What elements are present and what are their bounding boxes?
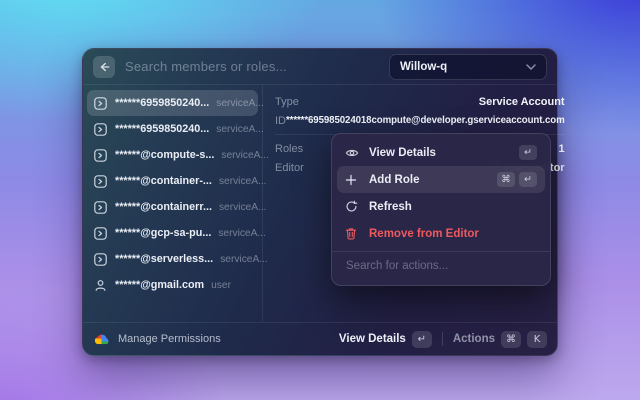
- project-dropdown-value: Willow-q: [400, 61, 447, 73]
- service-account-icon: [94, 201, 108, 214]
- key-return: ↵: [412, 331, 432, 348]
- member-name: ******@gmail.com: [115, 279, 204, 291]
- member-row[interactable]: ******@serverless... serviceA...: [87, 246, 258, 272]
- member-type: serviceA...: [219, 176, 267, 187]
- detail-label: Editor: [275, 162, 304, 174]
- service-account-icon: [94, 175, 108, 188]
- trash-icon: [345, 227, 360, 240]
- key-cmd: ⌘: [497, 172, 515, 187]
- member-row[interactable]: ******6959850240... serviceA...: [87, 116, 258, 142]
- key-return: ↵: [519, 172, 537, 187]
- menu-item-label: Remove from Editor: [369, 228, 479, 240]
- menu-item-label: Refresh: [369, 201, 412, 213]
- menu-item-label: View Details: [369, 147, 436, 159]
- member-type: serviceA...: [219, 202, 267, 213]
- member-row[interactable]: ******@gmail.com user: [87, 272, 258, 298]
- menu-item-add-role[interactable]: Add Role ⌘ ↵: [337, 166, 545, 193]
- member-name: ******6959850240...: [115, 97, 209, 109]
- detail-label: ID: [275, 115, 286, 127]
- service-account-icon: [94, 149, 108, 162]
- detail-value: Service Account: [479, 96, 565, 108]
- user-icon: [94, 279, 108, 292]
- menu-item-remove-from-editor[interactable]: Remove from Editor: [337, 220, 545, 247]
- detail-value: 1: [558, 143, 564, 155]
- app-name: Manage Permissions: [118, 333, 221, 345]
- service-account-icon: [94, 123, 108, 136]
- main-area: ******6959850240... serviceA... ******69…: [83, 85, 557, 322]
- detail-row-id: ID ******695985024018compute@developer.g…: [275, 111, 565, 130]
- menu-item-label: Add Role: [369, 174, 419, 186]
- key-return: ↵: [519, 145, 537, 160]
- member-name: ******6959850240...: [115, 123, 209, 135]
- detail-value: ******695985024018compute@developer.gser…: [286, 115, 565, 126]
- member-name: ******@containerr...: [115, 201, 212, 213]
- member-type: serviceA...: [220, 254, 268, 265]
- service-account-icon: [94, 253, 108, 266]
- footer: Manage Permissions View Details ↵ Action…: [83, 322, 557, 355]
- member-row[interactable]: ******@compute-s... serviceA...: [87, 142, 258, 168]
- member-type: serviceA...: [221, 150, 269, 161]
- actions-menu: View Details ↵ Add Role ⌘ ↵ Refresh Remo…: [331, 133, 551, 286]
- member-type: serviceA...: [216, 124, 264, 135]
- footer-separator: [442, 332, 443, 346]
- actions-button[interactable]: Actions: [453, 333, 495, 345]
- key-k: K: [527, 331, 547, 348]
- header: Search members or roles... Willow-q: [83, 49, 557, 85]
- member-list: ******6959850240... serviceA... ******69…: [83, 85, 263, 322]
- detail-label: Roles: [275, 143, 303, 155]
- google-cloud-logo: [93, 333, 110, 346]
- plus-icon: [345, 174, 360, 186]
- member-row[interactable]: ******@gcp-sa-pu... serviceA...: [87, 220, 258, 246]
- key-cmd: ⌘: [501, 331, 521, 348]
- service-account-icon: [94, 97, 108, 110]
- member-name: ******@serverless...: [115, 253, 213, 265]
- back-button[interactable]: [93, 56, 115, 78]
- member-row[interactable]: ******@containerr... serviceA...: [87, 194, 258, 220]
- member-name: ******@compute-s...: [115, 149, 214, 161]
- manage-permissions-window: Search members or roles... Willow-q ****…: [82, 48, 558, 356]
- service-account-icon: [94, 227, 108, 240]
- primary-action-button[interactable]: View Details: [339, 333, 406, 345]
- project-dropdown[interactable]: Willow-q: [389, 54, 547, 80]
- eye-icon: [345, 146, 360, 160]
- back-arrow-icon: [98, 61, 110, 73]
- refresh-icon: [345, 200, 360, 213]
- menu-item-refresh[interactable]: Refresh: [337, 193, 545, 220]
- detail-row-type: Type Service Account: [275, 92, 565, 111]
- member-type: user: [211, 280, 231, 291]
- member-row[interactable]: ******@container-... serviceA...: [87, 168, 258, 194]
- actions-search-input[interactable]: Search for actions...: [337, 252, 545, 280]
- member-name: ******@container-...: [115, 175, 212, 187]
- search-input[interactable]: Search members or roles...: [125, 59, 379, 74]
- member-name: ******@gcp-sa-pu...: [115, 227, 211, 239]
- chevron-down-icon: [526, 64, 536, 70]
- member-row[interactable]: ******6959850240... serviceA...: [87, 90, 258, 116]
- detail-label: Type: [275, 96, 299, 108]
- member-type: serviceA...: [216, 98, 264, 109]
- menu-item-view-details[interactable]: View Details ↵: [337, 139, 545, 166]
- member-type: serviceA...: [218, 228, 266, 239]
